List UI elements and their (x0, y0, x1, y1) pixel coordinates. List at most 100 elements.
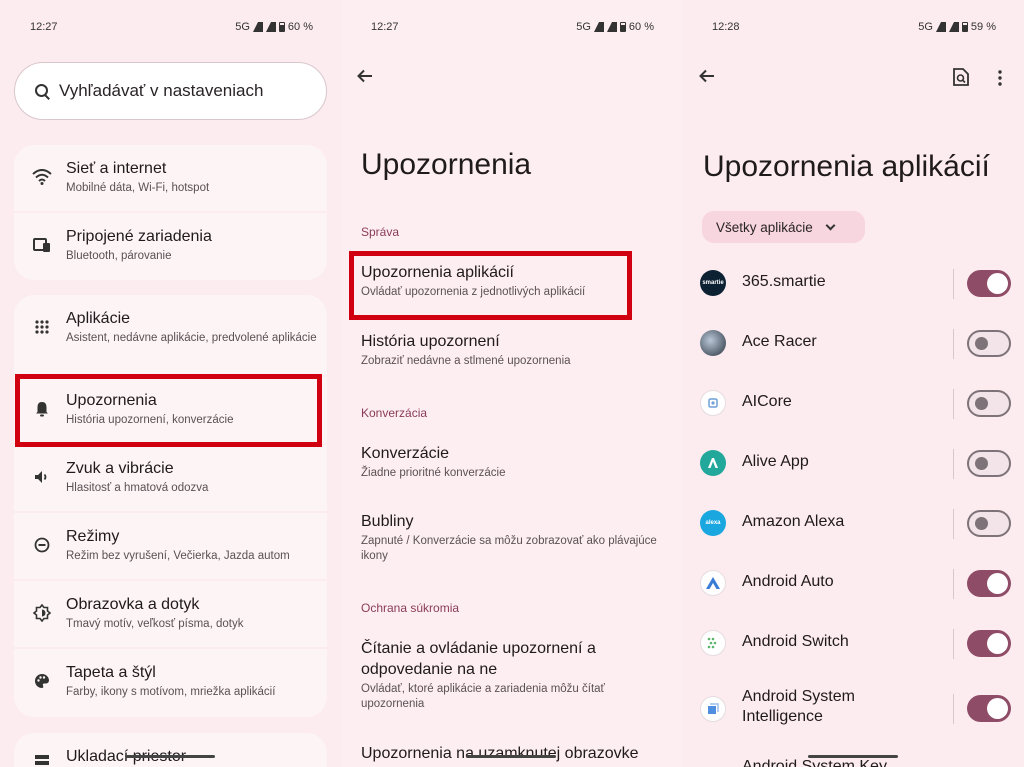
divider (953, 569, 954, 599)
app-row[interactable]: Android Switch (682, 614, 1024, 674)
notification-history-item[interactable]: História upozornení Zobraziť nedávne a s… (361, 331, 666, 369)
signal-icon (593, 22, 604, 32)
read-reply-item[interactable]: Čítanie a ovládanie upozornení a odpoved… (361, 638, 606, 712)
notification-toggle[interactable] (967, 695, 1011, 722)
more-options-icon[interactable] (998, 70, 1002, 91)
notification-toggle[interactable] (967, 570, 1011, 597)
bell-icon (32, 399, 52, 419)
item-title: História upozornení (361, 333, 500, 350)
search-settings-icon[interactable] (953, 68, 969, 91)
gesture-bar[interactable] (808, 755, 898, 758)
apps-icon (32, 317, 52, 337)
volume-icon (32, 467, 52, 487)
network-label: 5G (235, 21, 250, 33)
app-row[interactable]: AICore (682, 374, 1024, 434)
settings-item-storage[interactable]: Ukladací priestor (14, 733, 327, 767)
divider (953, 629, 954, 659)
battery-level: 60 % (287, 21, 313, 33)
settings-item-devices[interactable]: Pripojené zariadenia Bluetooth, párovani… (14, 213, 327, 280)
battery-icon (278, 22, 285, 32)
app-row[interactable]: smartie 365.smartie (682, 254, 1024, 314)
search-input[interactable]: Vyhľadávať v nastaveniach (14, 62, 327, 120)
wifi-icon (32, 167, 52, 187)
back-arrow-icon[interactable] (698, 67, 718, 87)
settings-item-subtitle: História upozornení, konverzácie (66, 414, 234, 426)
app-icon (700, 630, 726, 656)
settings-item-notifications[interactable]: Upozornenia História upozornení, konverz… (14, 377, 327, 445)
app-icon (700, 330, 726, 356)
app-icon (700, 570, 726, 596)
filter-label: Všetky aplikácie (716, 219, 813, 235)
signal-icon (948, 22, 959, 32)
item-subtitle: Zobraziť nedávne a stlmené upozornenia (361, 355, 571, 367)
signal-icon (606, 22, 617, 32)
storage-icon (32, 751, 52, 767)
search-icon (35, 84, 49, 98)
item-title: Bubliny (361, 513, 414, 530)
app-row[interactable]: Android Auto (682, 554, 1024, 614)
status-time: 12:27 (371, 21, 399, 33)
notification-toggle[interactable] (967, 630, 1011, 657)
notification-toggle[interactable] (967, 270, 1011, 297)
settings-item-subtitle: Režim bez vyrušení, Večierka, Jazda auto… (66, 550, 290, 562)
status-bar: 12:28 5G 59 % (682, 18, 1024, 38)
network-label: 5G (918, 21, 933, 33)
item-subtitle: Ovládať, ktoré aplikácie a zariadenia mô… (361, 683, 605, 710)
settings-group-main: Aplikácie Asistent, nedávne aplikácie, p… (14, 295, 327, 717)
divider (953, 449, 954, 479)
app-icon (700, 450, 726, 476)
settings-item-sound[interactable]: Zvuk a vibrácie Hlasitosť a hmatová odoz… (14, 445, 327, 513)
app-notifications-item[interactable]: Upozornenia aplikácií Ovládať upozorneni… (361, 262, 666, 300)
gesture-bar[interactable] (125, 755, 215, 758)
app-row[interactable]: Alive App (682, 434, 1024, 494)
lockscreen-notifications-item[interactable]: Upozornenia na uzamknutej obrazovke (361, 743, 666, 764)
settings-item-title: Pripojené zariadenia (66, 228, 212, 245)
settings-item-title: Sieť a internet (66, 160, 167, 177)
app-notifications-panel: 12:28 5G 59 % Upozornenia aplikácií Všet… (682, 0, 1024, 767)
app-row[interactable]: Android System Intelligence (682, 679, 1024, 739)
settings-item-network[interactable]: Sieť a internet Mobilné dáta, Wi‑Fi, hot… (14, 145, 327, 213)
divider (953, 509, 954, 539)
app-name: Android System Key (742, 758, 887, 767)
app-name: Ace Racer (742, 333, 817, 350)
gesture-bar[interactable] (466, 755, 556, 758)
app-name: Android System Intelligence (742, 688, 855, 725)
settings-item-apps[interactable]: Aplikácie Asistent, nedávne aplikácie, p… (14, 295, 327, 377)
app-filter-dropdown[interactable]: Všetky aplikácie (702, 211, 865, 243)
notification-toggle[interactable] (967, 330, 1011, 357)
item-title: Konverzácie (361, 445, 450, 462)
toggle-knob (987, 273, 1008, 294)
app-name: 365.smartie (742, 273, 826, 290)
notification-toggle[interactable] (967, 450, 1011, 477)
battery-icon (619, 22, 626, 32)
settings-item-display[interactable]: Obrazovka a dotyk Tmavý motív, veľkosť p… (14, 581, 327, 649)
settings-item-title: Režimy (66, 528, 120, 545)
settings-item-title: Aplikácie (66, 310, 131, 327)
back-arrow-icon[interactable] (356, 67, 376, 87)
settings-item-wallpaper[interactable]: Tapeta a štýl Farby, ikony s motívom, mr… (14, 649, 327, 717)
conversations-item[interactable]: Konverzácie Žiadne prioritné konverzácie (361, 443, 666, 481)
battery-icon (961, 22, 968, 32)
notifications-panel: 12:27 5G 60 % Upozornenia Správa Upozorn… (341, 0, 682, 767)
divider (953, 269, 954, 299)
chevron-down-icon (825, 220, 836, 230)
app-row[interactable]: alexa Amazon Alexa (682, 494, 1024, 554)
settings-item-title: Zvuk a vibrácie (66, 460, 174, 477)
settings-item-modes[interactable]: Režimy Režim bez vyrušení, Večierka, Jaz… (14, 513, 327, 581)
section-header: Konverzácia (361, 406, 428, 420)
bubbles-item[interactable]: Bubliny Zapnuté / Konverzácie sa môžu zo… (361, 511, 666, 564)
app-icon: alexa (700, 510, 726, 536)
section-header: Správa (361, 225, 400, 239)
notification-toggle[interactable] (967, 510, 1011, 537)
palette-icon (32, 671, 52, 691)
app-row[interactable]: Ace Racer (682, 314, 1024, 374)
item-subtitle: Zapnuté / Konverzácie sa môžu zobrazovať… (361, 535, 657, 562)
settings-item-subtitle: Bluetooth, párovanie (66, 250, 172, 262)
network-label: 5G (576, 21, 591, 33)
item-title: Upozornenia na uzamknutej obrazovke (361, 745, 639, 762)
notification-toggle[interactable] (967, 390, 1011, 417)
toggle-knob (975, 457, 988, 470)
app-icon (700, 390, 726, 416)
section-header: Ochrana súkromia (361, 601, 460, 615)
page-title: Upozornenia aplikácií (703, 150, 990, 183)
